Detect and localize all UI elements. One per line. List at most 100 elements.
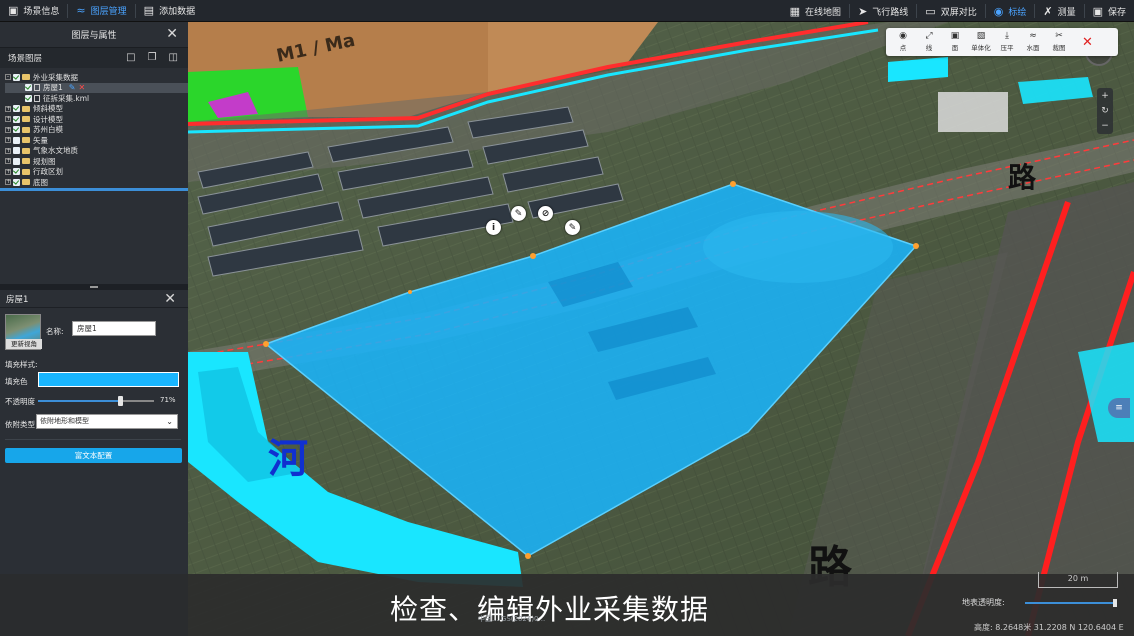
zoom-out-icon[interactable]: − bbox=[1101, 121, 1109, 131]
collapse-icon[interactable] bbox=[17, 95, 23, 101]
tree-item[interactable]: - 外业采集数据 bbox=[5, 72, 188, 83]
app-window: ▣ 场景信息 ≈ 图层管理 ▤ 添加数据 ▦ 在线地图 ➤ 飞行路线 ▭ 双屏对… bbox=[0, 0, 1134, 636]
factory-building bbox=[938, 92, 1008, 132]
map-view[interactable]: M1 / Ma 河 路 路 i ✎ ⊘ ✎ bbox=[188, 22, 1134, 636]
layer-checkbox[interactable] bbox=[13, 105, 20, 113]
line-tool[interactable]: ⤢ 线 bbox=[916, 32, 942, 53]
delete-icon[interactable]: ✕ bbox=[78, 83, 85, 92]
tree-item[interactable]: + 倾斜模型 bbox=[5, 104, 188, 115]
layer-checkbox[interactable] bbox=[25, 94, 32, 102]
layer-checkbox[interactable] bbox=[13, 147, 20, 155]
folder-icon bbox=[22, 105, 30, 112]
layer-checkbox[interactable] bbox=[13, 168, 20, 176]
layer-checkbox[interactable] bbox=[13, 157, 20, 165]
zoom-in-icon[interactable]: + bbox=[1101, 91, 1109, 101]
layer-checkbox[interactable] bbox=[13, 115, 20, 123]
add-data-button[interactable]: ▤ 添加数据 bbox=[136, 0, 203, 22]
dual-screen-button[interactable]: ▭ 双屏对比 bbox=[917, 0, 984, 22]
attribute-header: 房屋1 ✕ bbox=[0, 290, 188, 308]
add-folder-icon[interactable]: □ bbox=[126, 52, 135, 63]
tree-item[interactable]: + 设计模型 bbox=[5, 114, 188, 125]
expand-icon[interactable]: + bbox=[5, 147, 11, 154]
style-icon[interactable]: ✎ bbox=[565, 220, 580, 235]
layer-panel: 图层与属性 ✕ 场景图层 □ ❐ ◫ - 外业采集数据 房屋1 ✎ ✕ 征拆采集.kml +… bbox=[0, 22, 188, 574]
save-button[interactable]: ▣ 保存 bbox=[1085, 0, 1134, 22]
scene-info-icon: ▣ bbox=[8, 4, 19, 17]
rich-text-config-button[interactable]: 富文本配置 bbox=[5, 448, 182, 463]
online-map-button[interactable]: ▦ 在线地图 bbox=[782, 0, 849, 22]
delete-icon[interactable]: ◫ bbox=[169, 52, 178, 63]
tree-item-label: 房屋1 bbox=[43, 83, 63, 93]
copy-icon[interactable]: ❐ bbox=[148, 52, 157, 63]
collapse-icon[interactable]: - bbox=[5, 74, 11, 81]
opacity-slider[interactable] bbox=[38, 396, 154, 406]
folder-icon bbox=[22, 74, 30, 81]
chevron-down-icon: ⌄ bbox=[166, 417, 173, 426]
add-data-icon: ▤ bbox=[143, 4, 155, 17]
online-map-icon: ▦ bbox=[789, 4, 801, 18]
expand-icon[interactable]: + bbox=[5, 116, 11, 123]
zoom-controls: + ↻ − bbox=[1097, 88, 1113, 134]
tree-item[interactable]: 征拆采集.kml bbox=[5, 93, 188, 104]
close-icon[interactable]: ✕ bbox=[164, 291, 176, 307]
tree-item[interactable]: 房屋1 ✎ ✕ bbox=[5, 82, 188, 93]
scene-info-button[interactable]: ▣ 场景信息 bbox=[0, 0, 67, 22]
close-icon[interactable]: ✕ bbox=[1082, 35, 1093, 50]
divider bbox=[5, 439, 181, 440]
attach-type-select[interactable]: 依附地形和模型 ⌄ bbox=[36, 414, 178, 429]
video-caption: 检查、编辑外业采集数据 bbox=[390, 593, 710, 626]
expand-icon[interactable]: + bbox=[5, 168, 11, 175]
save-icon: ▣ bbox=[1092, 4, 1103, 18]
info-icon[interactable]: i bbox=[486, 220, 501, 235]
panel-header: 图层与属性 ✕ bbox=[0, 22, 188, 48]
layer-checkbox[interactable] bbox=[13, 178, 20, 186]
view-thumbnail[interactable]: 更新视角 bbox=[5, 314, 42, 350]
opacity-slider-handle[interactable] bbox=[118, 396, 124, 406]
clip-tool[interactable]: ✂ 裁图 bbox=[1046, 32, 1072, 53]
point-tool[interactable]: ◉ 点 bbox=[890, 32, 916, 53]
measure-button[interactable]: ✗ 测量 bbox=[1035, 0, 1083, 22]
tree-item[interactable]: + 规划图 bbox=[5, 156, 188, 167]
status-readout: 高度: 8.2648米 31.2208 N 120.6404 E bbox=[974, 623, 1124, 632]
tree-item[interactable]: + 行政区划 bbox=[5, 167, 188, 178]
expand-icon[interactable]: + bbox=[5, 158, 11, 165]
expand-icon[interactable]: + bbox=[5, 126, 11, 133]
expand-icon[interactable]: + bbox=[5, 179, 11, 186]
reset-view-icon[interactable]: ↻ bbox=[1101, 106, 1109, 116]
fill-color-picker[interactable] bbox=[38, 372, 179, 387]
attach-type-label: 依附类型 bbox=[5, 420, 35, 429]
edit-icon[interactable]: ✎ bbox=[69, 83, 76, 92]
flight-route-button[interactable]: ➤ 飞行路线 bbox=[850, 0, 916, 22]
polygon-layer-icon bbox=[34, 84, 40, 92]
hide-icon[interactable]: ⊘ bbox=[538, 206, 553, 221]
monomer-tool[interactable]: ▧ 单体化 bbox=[968, 32, 994, 53]
layer-checkbox[interactable] bbox=[13, 136, 20, 144]
layer-checkbox[interactable] bbox=[25, 84, 32, 92]
layer-checkbox[interactable] bbox=[13, 73, 20, 81]
expand-icon[interactable]: + bbox=[5, 105, 11, 112]
close-icon[interactable]: ✕ bbox=[166, 26, 178, 42]
terrain-transparency-handle[interactable] bbox=[1113, 599, 1117, 607]
tree-item[interactable]: + 苏州白模 bbox=[5, 125, 188, 136]
tree-item[interactable]: + 气象水文地质 bbox=[5, 146, 188, 157]
update-view-label[interactable]: 更新视角 bbox=[6, 339, 42, 349]
tree-scrollbar[interactable] bbox=[0, 188, 188, 191]
collapse-icon[interactable] bbox=[17, 85, 23, 91]
layer-manage-button[interactable]: ≈ 图层管理 bbox=[68, 0, 134, 22]
side-panel-toggle[interactable]: ≡ bbox=[1108, 398, 1130, 418]
tree-item[interactable]: + 矢量 bbox=[5, 135, 188, 146]
terrain-transparency-slider[interactable] bbox=[1025, 602, 1115, 604]
layer-checkbox[interactable] bbox=[13, 126, 20, 134]
folder-icon bbox=[22, 179, 30, 186]
tree-item-label: 规划图 bbox=[33, 156, 56, 166]
polygon-tool[interactable]: ▣ 面 bbox=[942, 32, 968, 53]
water-tool[interactable]: ≈ 水面 bbox=[1020, 32, 1046, 53]
tree-item[interactable]: + 底图 bbox=[5, 177, 188, 188]
name-input[interactable] bbox=[72, 321, 156, 336]
list-icon: ≡ bbox=[1115, 403, 1123, 413]
flatten-tool[interactable]: ⤓ 压平 bbox=[994, 32, 1020, 53]
map-canvas[interactable]: M1 / Ma 河 路 路 bbox=[188, 22, 1134, 636]
edit-icon[interactable]: ✎ bbox=[511, 206, 526, 221]
expand-icon[interactable]: + bbox=[5, 137, 11, 144]
mark-button[interactable]: ◉ 标绘 bbox=[986, 0, 1035, 22]
